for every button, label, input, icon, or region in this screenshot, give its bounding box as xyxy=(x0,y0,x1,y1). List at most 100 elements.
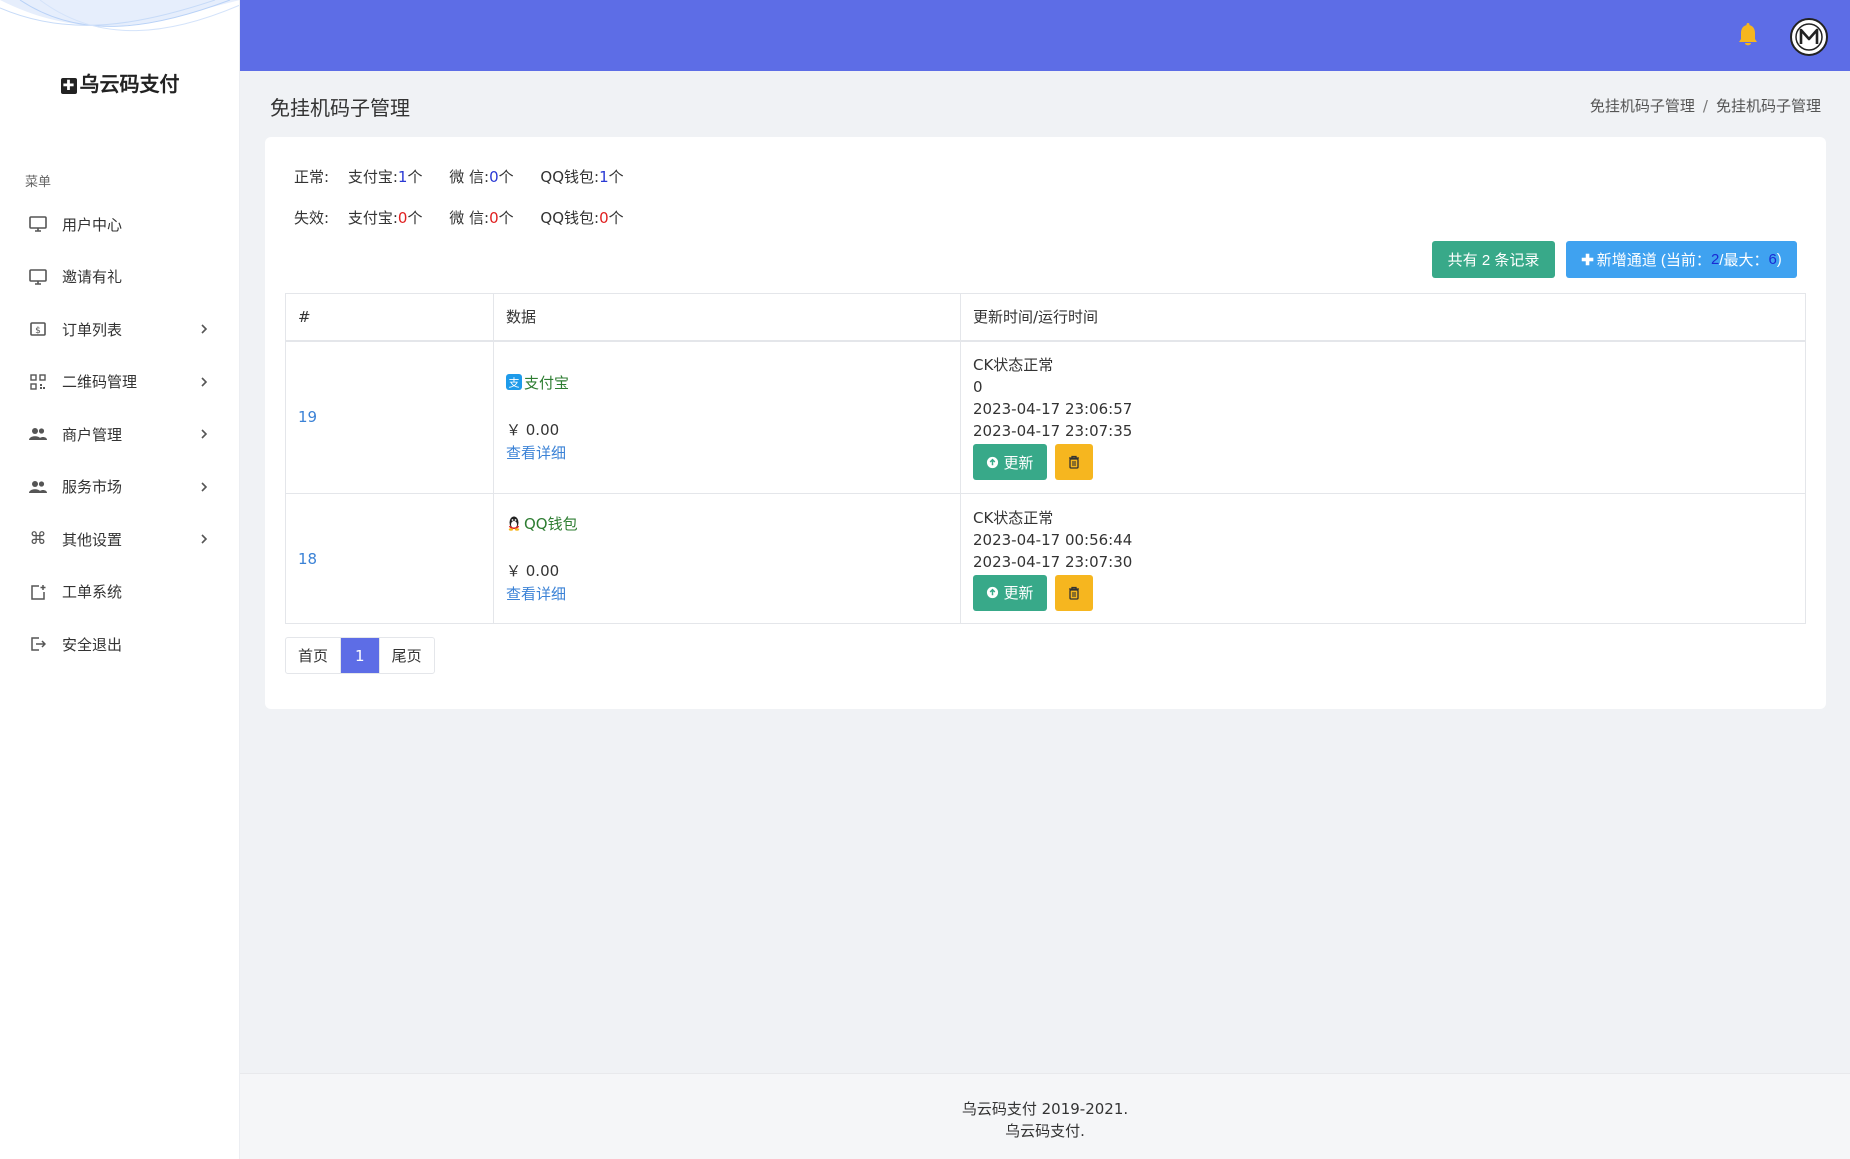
stats-normal: 正常: 支付宝:1个 微 信:0个 QQ钱包:1个 xyxy=(294,166,646,187)
sidebar-item-label: 工单系统 xyxy=(62,583,123,602)
sidebar-item-label: 二维码管理 xyxy=(62,373,138,392)
sidebar-item-market[interactable]: 服务市场 xyxy=(0,461,239,514)
sidebar-item-label: 商户管理 xyxy=(62,425,123,444)
stat-qq-failed: QQ钱包:0个 xyxy=(540,209,624,227)
column-header: # xyxy=(285,293,494,342)
bell-icon[interactable] xyxy=(1736,22,1760,48)
alipay-icon: 支 xyxy=(506,374,522,390)
page-last-button[interactable]: 尾页 xyxy=(380,638,434,673)
trash-icon xyxy=(1069,586,1079,600)
breadcrumb-separator: / xyxy=(1702,97,1708,115)
run-time: 2023-04-17 23:07:35 xyxy=(973,422,1133,441)
view-detail-link[interactable]: 查看详细 xyxy=(506,583,948,604)
page-current-button[interactable]: 1 xyxy=(341,638,380,673)
footer: 乌云码支付 2019-2021. 乌云码支付. xyxy=(240,1073,1850,1159)
row-id-link[interactable]: 19 xyxy=(298,408,317,426)
svg-text:支: 支 xyxy=(509,377,520,390)
main-card: 正常: 支付宝:1个 微 信:0个 QQ钱包:1个 失效: 支付宝:0个 微 信… xyxy=(265,137,1826,709)
table-row: 18 QQ钱包 ￥ 0.00 查看详细 CK状态正常 2023-04-17 00… xyxy=(285,493,1806,624)
chevron-right-icon xyxy=(201,429,208,439)
chevron-right-icon xyxy=(201,377,208,387)
breadcrumb: 免挂机码子管理 / 免挂机码子管理 xyxy=(1590,95,1821,116)
stat-alipay-normal: 支付宝:1个 xyxy=(347,168,423,186)
column-header: 数据 xyxy=(493,293,961,342)
sidebar-item-orders[interactable]: $ 订单列表 xyxy=(0,303,239,356)
add-box-icon xyxy=(28,582,48,602)
stat-qq-normal: QQ钱包:1个 xyxy=(540,168,624,186)
monitor-icon xyxy=(28,214,48,234)
sidebar-item-label: 邀请有礼 xyxy=(62,268,123,287)
update-button[interactable]: 更新 xyxy=(973,444,1047,481)
user-logo-icon xyxy=(1795,23,1823,51)
stat-alipay-failed: 支付宝:0个 xyxy=(347,209,423,227)
sidebar-item-user-center[interactable]: 用户中心 xyxy=(0,198,239,251)
sidebar-item-logout[interactable]: 安全退出 xyxy=(0,618,239,671)
trash-icon xyxy=(1069,456,1079,469)
update-button[interactable]: 更新 xyxy=(973,574,1047,611)
stats-failed: 失效: 支付宝:0个 微 信:0个 QQ钱包:0个 xyxy=(294,207,646,228)
channel-amount: ￥ 0.00 xyxy=(506,421,560,439)
channel-name: 支 支付宝 xyxy=(506,372,569,393)
update-time: 2023-04-17 23:06:57 xyxy=(973,400,1133,419)
chevron-right-icon xyxy=(201,482,208,492)
ck-status: CK状态正常 xyxy=(973,356,1054,375)
brand-name: 乌云码支付 xyxy=(79,72,180,96)
table-row: 19 支 支付宝 ￥ 0.00 查看详细 CK状态正常 0 2023-04-17… xyxy=(285,340,1806,494)
sidebar-item-tickets[interactable]: 工单系统 xyxy=(0,566,239,619)
footer-copyright: 乌云码支付 2019-2021. xyxy=(961,1100,1129,1118)
pagination: 首页 1 尾页 xyxy=(285,637,435,674)
sidebar-item-settings[interactable]: ⌘ 其他设置 xyxy=(0,513,239,566)
delete-button[interactable] xyxy=(1055,444,1093,481)
view-detail-link[interactable]: 查看详细 xyxy=(506,442,948,463)
add-channel-button[interactable]: ✚ 新增通道 (当前： 2/最大： 6) xyxy=(1566,241,1797,278)
plus-icon: ✚ xyxy=(1581,251,1594,269)
decorative-wave xyxy=(0,0,239,32)
run-count: 0 xyxy=(973,378,983,397)
monitor-icon xyxy=(28,267,48,287)
qq-penguin-icon xyxy=(508,516,520,531)
sidebar-item-qrcode[interactable]: 二维码管理 xyxy=(0,356,239,409)
avatar[interactable] xyxy=(1790,18,1828,56)
page-first-button[interactable]: 首页 xyxy=(286,638,342,673)
row-id-link[interactable]: 18 xyxy=(298,550,317,568)
stats-failed-label: 失效: xyxy=(294,209,330,227)
channel-amount: ￥ 0.00 xyxy=(506,562,560,581)
update-time: 2023-04-17 00:56:44 xyxy=(973,530,1133,549)
sidebar-item-label: 订单列表 xyxy=(62,320,123,339)
users-icon xyxy=(28,477,48,497)
total-records-button[interactable]: 共有 2 条记录 xyxy=(1432,241,1555,278)
upload-circle-icon xyxy=(987,456,999,468)
logout-icon xyxy=(28,634,48,654)
stat-wechat-normal: 微 信:0个 xyxy=(449,168,514,186)
stat-wechat-failed: 微 信:0个 xyxy=(449,209,514,227)
chevron-right-icon xyxy=(201,534,208,544)
channel-name: QQ钱包 xyxy=(506,513,578,534)
top-bar xyxy=(240,0,1850,71)
dollar-box-icon: $ xyxy=(28,319,48,339)
run-time: 2023-04-17 23:07:30 xyxy=(973,552,1133,571)
svg-text:$: $ xyxy=(35,326,41,336)
users-icon xyxy=(28,424,48,444)
upload-circle-icon xyxy=(987,586,999,599)
sidebar-item-label: 用户中心 xyxy=(62,215,123,234)
menu-heading: 菜单 xyxy=(25,175,52,190)
sidebar-menu: 用户中心 邀请有礼 $ 订单列表 二维码管理 商户管理 服务市场 ⌘ 其他设置 … xyxy=(0,198,239,671)
delete-button[interactable] xyxy=(1055,574,1093,611)
brand-logo[interactable]: ✚ 乌云码支付 xyxy=(0,68,239,97)
sidebar: ✚ 乌云码支付 菜单 用户中心 邀请有礼 $ 订单列表 二维码管理 商户管理 服… xyxy=(0,0,240,1159)
plus-box-icon: ✚ xyxy=(60,78,77,94)
sidebar-item-label: 其他设置 xyxy=(62,530,123,549)
breadcrumb-item-current: 免挂机码子管理 xyxy=(1715,97,1821,115)
command-icon: ⌘ xyxy=(29,529,47,550)
sidebar-item-merchants[interactable]: 商户管理 xyxy=(0,408,239,461)
chevron-right-icon xyxy=(201,324,208,334)
stats-normal-label: 正常: xyxy=(294,168,330,186)
breadcrumb-item[interactable]: 免挂机码子管理 xyxy=(1590,97,1695,115)
footer-brand: 乌云码支付. xyxy=(1005,1122,1085,1140)
page-title: 免挂机码子管理 xyxy=(270,96,410,120)
ck-status: CK状态正常 xyxy=(973,508,1054,527)
column-header: 更新时间/运行时间 xyxy=(960,293,1806,342)
sidebar-item-invite[interactable]: 邀请有礼 xyxy=(0,251,239,304)
sidebar-item-label: 服务市场 xyxy=(62,478,123,497)
qrcode-icon xyxy=(28,372,48,392)
